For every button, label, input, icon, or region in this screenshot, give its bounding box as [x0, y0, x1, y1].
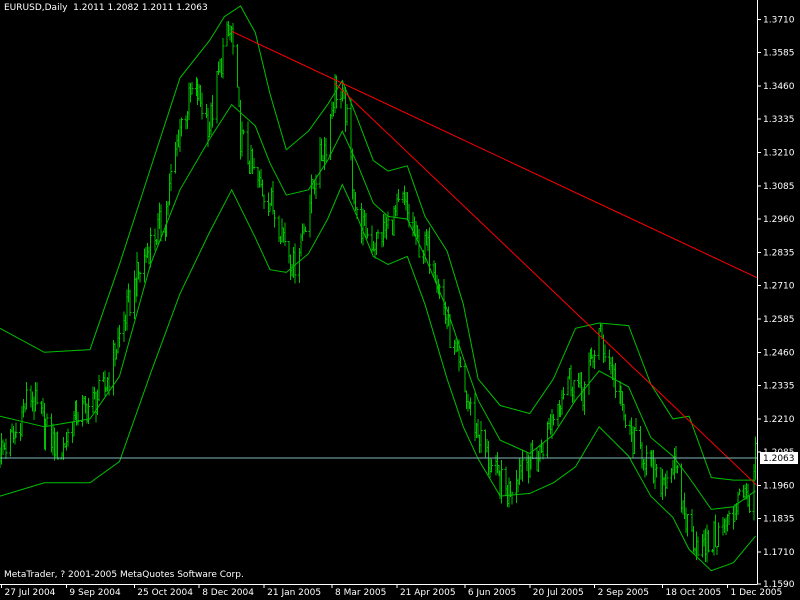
price-tick-label: 1.3210 [763, 148, 795, 158]
price-bar [246, 121, 250, 165]
time-tick-label: 8 Mar 2005 [335, 588, 386, 598]
time-tick-label: 8 Dec 2004 [202, 588, 254, 598]
chart-window[interactable]: 1.3710 1.3585 1.3460 1.3335 1.3210 1.3085 1.29… [0, 0, 800, 600]
time-tick-label: 2 Sep 2005 [598, 588, 649, 598]
time-tick-label: 6 Jun 2005 [468, 588, 516, 598]
price-tick-label: 1.3585 [763, 49, 795, 59]
time-tick-label: 18 Oct 2005 [666, 588, 722, 598]
price-bar [4, 438, 8, 459]
price-bar [566, 376, 570, 396]
current-price-label: 1.2063 [763, 454, 795, 464]
price-bar [624, 414, 628, 429]
price-tick-label: 1.3460 [763, 82, 795, 92]
time-tick-label: 21 Jan 2005 [267, 588, 321, 598]
time-tick-label: 20 Jul 2005 [533, 588, 584, 598]
price-tick-label: 1.1710 [763, 548, 795, 558]
time-tick-label: 9 Sep 2004 [69, 588, 121, 598]
symbol-timeframe: EURUSD,Daily [4, 3, 68, 13]
ohlc-values: 1.2011 1.2082 1.2011 1.2063 [73, 3, 208, 13]
price-tick-label: 1.3710 [763, 15, 795, 25]
trendline[interactable] [231, 30, 758, 279]
chart-header: EURUSD,Daily 1.2011 1.2082 1.2011 1.2063 [4, 3, 208, 13]
price-bar [717, 522, 721, 548]
price-chart[interactable]: 1.3710 1.3585 1.3460 1.3335 1.3210 1.3085 1.29… [0, 0, 800, 600]
price-bar [236, 43, 240, 88]
price-tick-label: 1.2835 [763, 248, 795, 258]
price-tick-label: 1.3335 [763, 115, 795, 125]
price-tick-label: 1.1835 [763, 515, 795, 525]
price-tick-label: 1.3085 [763, 182, 795, 192]
time-tick-label: 1 Dec 2005 [730, 588, 782, 598]
time-tick-label: 25 Oct 2004 [137, 588, 193, 598]
price-bar [715, 545, 719, 556]
price-tick-label: 1.2460 [763, 348, 795, 358]
price-bar [8, 428, 12, 457]
price-tick-label: 1.2210 [763, 415, 795, 425]
copyright-text: MetaTrader, ? 2001-2005 MetaQuotes Softw… [4, 570, 244, 580]
time-tick-label: 27 Jul 2004 [4, 588, 55, 598]
upper-band-line [0, 5, 756, 481]
price-tick-label: 1.2710 [763, 282, 795, 292]
price-tick-label: 1.2335 [763, 382, 795, 392]
trendline[interactable] [334, 82, 758, 486]
price-bar [215, 70, 219, 124]
price-tick-label: 1.2960 [763, 215, 795, 225]
price-tick-label: 1.2585 [763, 315, 795, 325]
price-tick-label: 1.1960 [763, 481, 795, 491]
time-tick-label: 21 Apr 2005 [400, 588, 456, 598]
price-bar [463, 362, 467, 393]
